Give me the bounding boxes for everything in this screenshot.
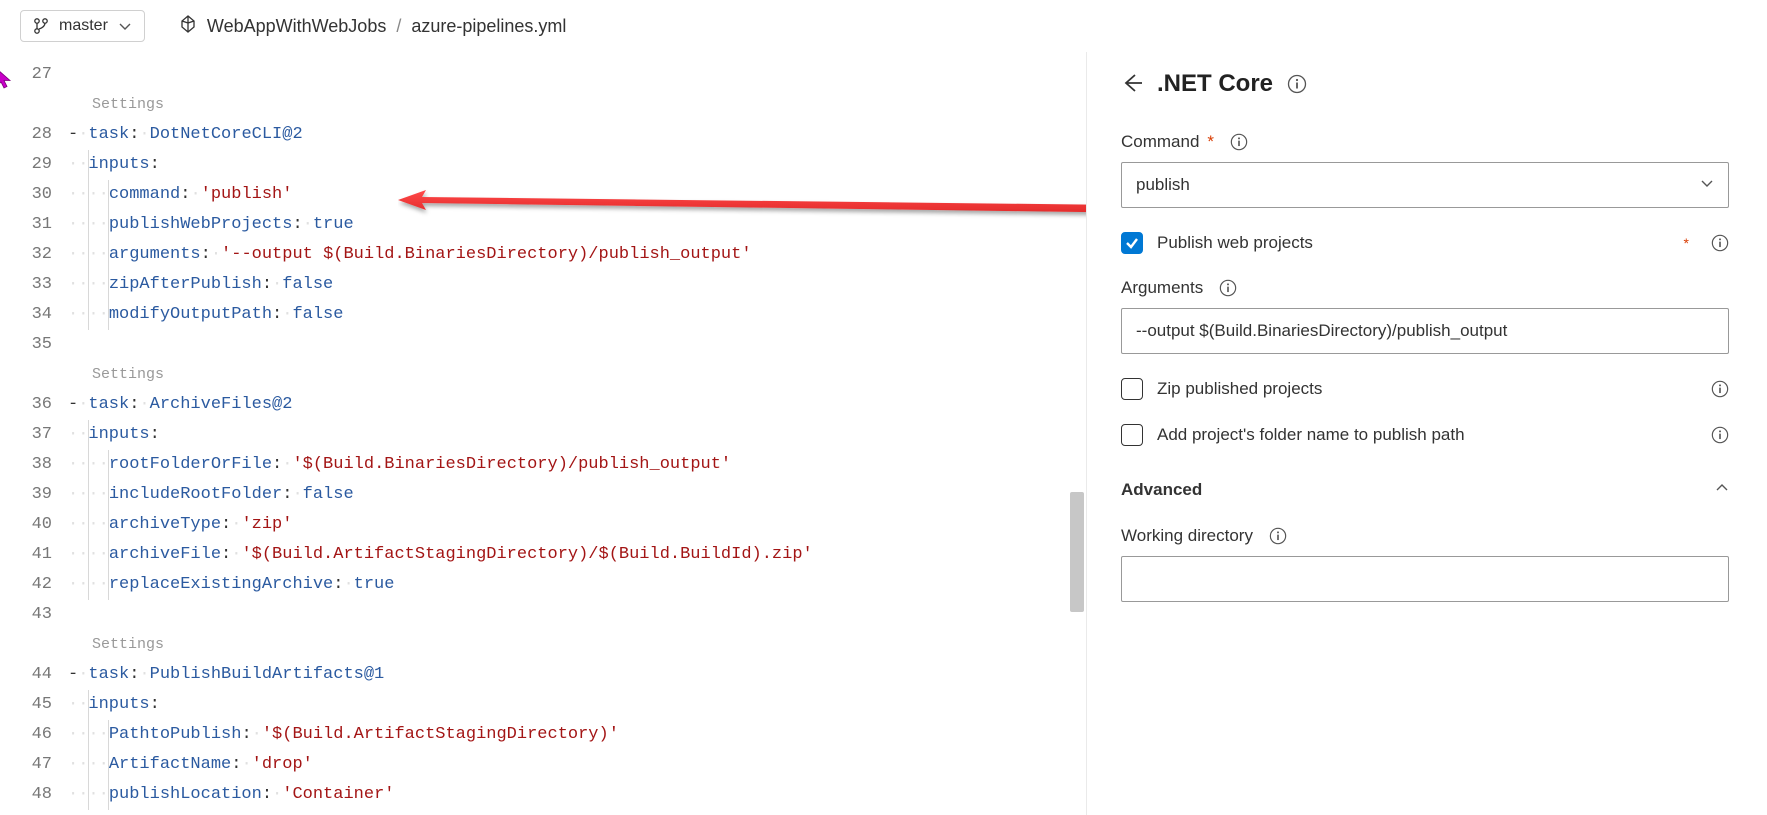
breadcrumb-file: azure-pipelines.yml: [411, 16, 566, 37]
gutter: 2728293031323334353637383940414243444546…: [0, 52, 68, 815]
add-folder-checkbox[interactable]: [1121, 424, 1143, 446]
breadcrumb-repo[interactable]: WebAppWithWebJobs: [207, 16, 386, 37]
code-line[interactable]: [68, 810, 1086, 815]
code-line[interactable]: ····publishWebProjects:·true: [68, 210, 1086, 240]
branch-name: master: [59, 17, 108, 35]
code-line[interactable]: [68, 330, 1086, 360]
command-value: publish: [1136, 175, 1190, 195]
code-line[interactable]: ····ArtifactName:·'drop': [68, 750, 1086, 780]
required-indicator: *: [1684, 235, 1689, 251]
info-icon[interactable]: [1711, 234, 1729, 252]
code-line[interactable]: ····arguments:·'--output $(Build.Binarie…: [68, 240, 1086, 270]
code-area[interactable]: Settings-·task:·DotNetCoreCLI@2··inputs:…: [68, 52, 1086, 815]
arguments-label: Arguments: [1121, 278, 1203, 298]
back-arrow-icon[interactable]: [1121, 72, 1143, 97]
header-bar: master WebAppWithWebJobs / azure-pipelin…: [0, 0, 1767, 52]
code-line[interactable]: ····archiveType:·'zip': [68, 510, 1086, 540]
workdir-input[interactable]: [1121, 556, 1729, 602]
info-icon[interactable]: [1219, 279, 1237, 297]
command-label: Command: [1121, 132, 1199, 152]
code-line[interactable]: ····command:·'publish': [68, 180, 1086, 210]
arguments-input[interactable]: [1121, 308, 1729, 354]
code-line[interactable]: ····includeRootFolder:·false: [68, 480, 1086, 510]
zip-published-checkbox[interactable]: [1121, 378, 1143, 400]
advanced-label: Advanced: [1121, 480, 1202, 500]
code-line[interactable]: [68, 600, 1086, 630]
chevron-up-icon: [1715, 480, 1729, 500]
code-line[interactable]: ····archiveFile:·'$(Build.ArtifactStagin…: [68, 540, 1086, 570]
publish-web-label: Publish web projects: [1157, 233, 1670, 253]
yaml-editor[interactable]: 2728293031323334353637383940414243444546…: [0, 52, 1086, 815]
info-icon[interactable]: [1269, 527, 1287, 545]
code-line[interactable]: ··inputs:: [68, 420, 1086, 450]
info-icon[interactable]: [1287, 74, 1307, 94]
editor-scrollbar[interactable]: [1068, 52, 1086, 815]
repo-icon: [179, 15, 197, 38]
branch-selector[interactable]: master: [20, 10, 145, 42]
zip-published-label: Zip published projects: [1157, 379, 1697, 399]
info-icon[interactable]: [1711, 426, 1729, 444]
code-line[interactable]: -·task:·DotNetCoreCLI@2: [68, 120, 1086, 150]
breadcrumb: WebAppWithWebJobs / azure-pipelines.yml: [179, 15, 567, 38]
required-indicator: *: [1207, 132, 1214, 152]
chevron-down-icon: [118, 19, 132, 33]
code-line[interactable]: -·task:·ArchiveFiles@2: [68, 390, 1086, 420]
code-line[interactable]: [68, 60, 1086, 90]
settings-lens[interactable]: Settings: [68, 90, 1086, 120]
settings-lens[interactable]: Settings: [68, 630, 1086, 660]
chevron-down-icon: [1700, 175, 1714, 195]
branch-icon: [33, 17, 49, 35]
code-line[interactable]: ····publishLocation:·'Container': [68, 780, 1086, 810]
code-line[interactable]: ····zipAfterPublish:·false: [68, 270, 1086, 300]
info-icon[interactable]: [1230, 133, 1248, 151]
info-icon[interactable]: [1711, 380, 1729, 398]
code-line[interactable]: ··inputs:: [68, 690, 1086, 720]
publish-web-checkbox[interactable]: [1121, 232, 1143, 254]
breadcrumb-separator: /: [396, 16, 401, 37]
workdir-label: Working directory: [1121, 526, 1253, 546]
panel-title: .NET Core: [1157, 70, 1273, 98]
code-line[interactable]: ····replaceExistingArchive:·true: [68, 570, 1086, 600]
code-line[interactable]: ··inputs:: [68, 150, 1086, 180]
task-config-panel: .NET Core Command * publish Publish: [1086, 52, 1767, 815]
code-line[interactable]: ····rootFolderOrFile:·'$(Build.BinariesD…: [68, 450, 1086, 480]
add-folder-label: Add project's folder name to publish pat…: [1157, 425, 1697, 445]
code-line[interactable]: ····modifyOutputPath:·false: [68, 300, 1086, 330]
code-line[interactable]: -·task:·PublishBuildArtifacts@1: [68, 660, 1086, 690]
code-line[interactable]: ····PathtoPublish:·'$(Build.ArtifactStag…: [68, 720, 1086, 750]
settings-lens[interactable]: Settings: [68, 360, 1086, 390]
advanced-section-toggle[interactable]: Advanced: [1121, 480, 1729, 500]
command-select[interactable]: publish: [1121, 162, 1729, 208]
